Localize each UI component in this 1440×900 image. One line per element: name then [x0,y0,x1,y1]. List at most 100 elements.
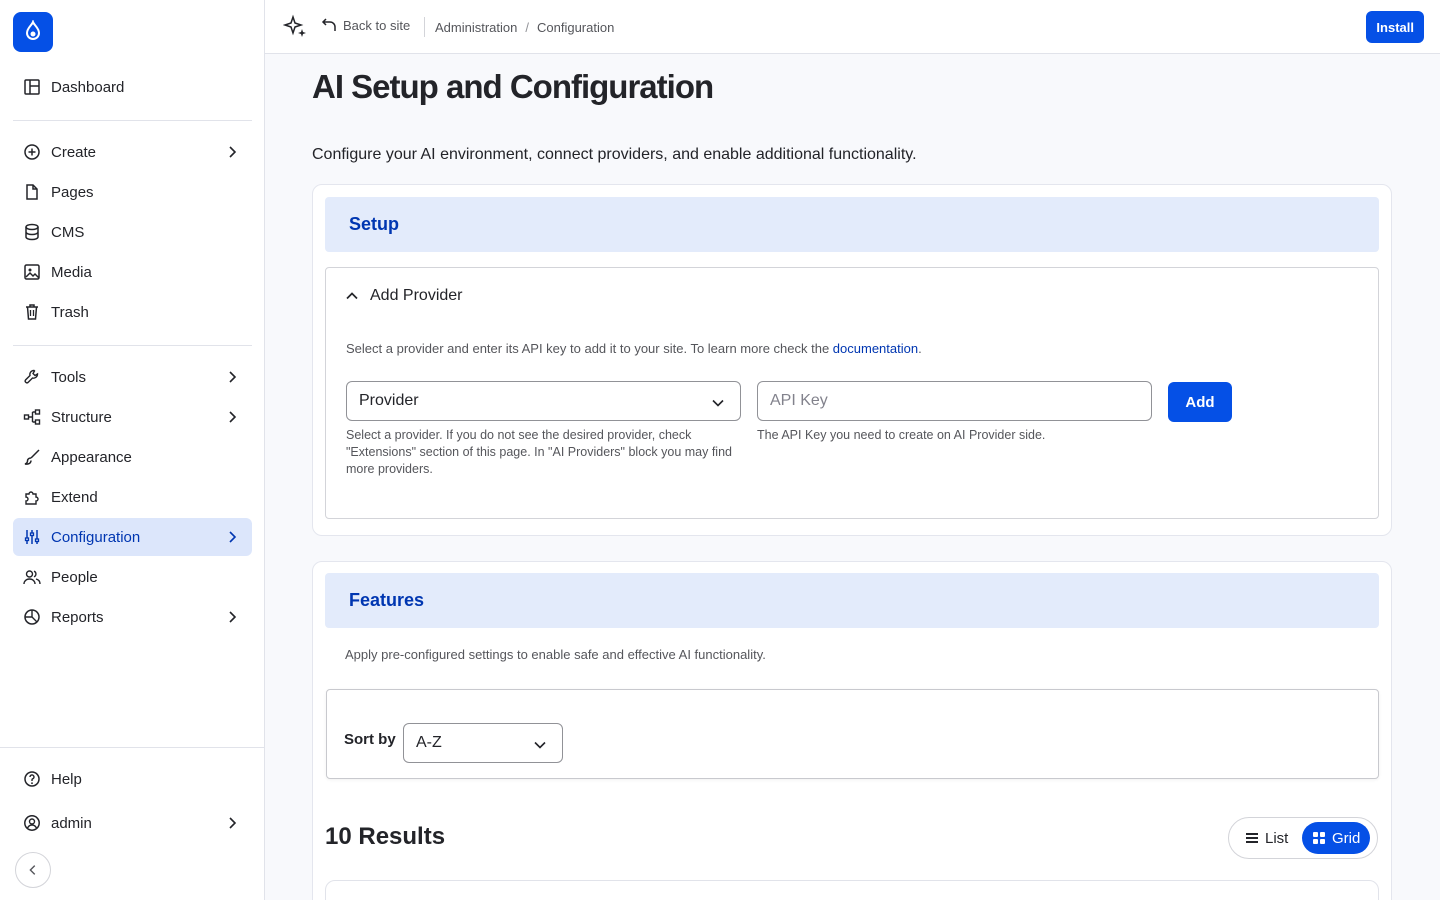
add-provider-toggle[interactable]: Add Provider [344,287,463,305]
return-arrow-icon [321,18,336,31]
sidebar-divider [13,120,252,121]
sort-filter: Sort by A-Z [326,689,1379,779]
sliders-icon [23,528,41,546]
breadcrumb-configuration[interactable]: Configuration [537,20,614,35]
sidebar-item-pages[interactable]: Pages [13,173,252,211]
provider-select[interactable]: Provider [346,381,741,421]
sidebar-item-media[interactable]: Media [13,253,252,291]
back-to-site-link[interactable]: Back to site [321,17,410,33]
plus-circle-icon [23,143,41,161]
feature-card [325,880,1379,900]
chevron-left-icon [29,865,36,875]
collapse-sidebar-button[interactable] [15,852,51,888]
sidebar-item-label: Tools [51,368,87,386]
sidebar-item-user[interactable]: admin [13,804,252,842]
view-toggle: List Grid [1228,817,1378,859]
setup-header: Setup [325,197,1379,252]
view-grid-button[interactable]: Grid [1302,822,1371,854]
breadcrumb-separator: / [525,20,529,35]
sidebar-item-create[interactable]: Create [13,133,252,171]
sidebar-item-extend[interactable]: Extend [13,478,252,516]
breadcrumb-administration[interactable]: Administration [435,20,517,35]
people-icon [23,568,41,586]
structure-icon [23,408,41,426]
puzzle-icon [23,488,41,506]
topbar-separator [424,17,425,37]
sidebar-item-reports[interactable]: Reports [13,598,252,636]
wrench-icon [23,368,41,386]
features-heading: Features [349,590,425,610]
features-description: Apply pre-configured settings to enable … [345,647,766,662]
sidebar-item-structure[interactable]: Structure [13,398,252,436]
pie-chart-icon [23,608,41,626]
sidebar-item-appearance[interactable]: Appearance [13,438,252,476]
grid-icon [1313,832,1325,844]
setup-card: Setup Add Provider Select a provider and… [312,184,1392,536]
sidebar-item-dashboard[interactable]: Dashboard [13,68,252,106]
sidebar-item-help[interactable]: Help [13,760,252,798]
ai-sparkle-icon[interactable] [283,14,309,40]
sidebar-item-cms[interactable]: CMS [13,213,252,251]
sidebar-divider [13,345,252,346]
api-key-help: The API Key you need to create on AI Pro… [757,428,1046,442]
chevron-right-icon [229,411,237,423]
sidebar-item-configuration[interactable]: Configuration [13,518,252,556]
image-icon [23,263,41,281]
page-title: AI Setup and Configuration [312,68,714,105]
help-icon [23,770,41,788]
sidebar-item-label: Reports [51,608,104,626]
description-text: Select a provider and enter its API key … [346,341,833,356]
sidebar-item-label: CMS [51,223,85,241]
sort-select[interactable]: A-Z [403,723,563,763]
chevron-right-icon [229,531,237,543]
api-key-input[interactable] [757,381,1152,421]
drupal-logo-icon[interactable] [13,12,53,52]
sidebar-divider [0,747,264,748]
features-card: Features Apply pre-configured settings t… [312,561,1392,900]
dashboard-icon [23,78,41,96]
results-count: 10 Results [325,823,446,850]
sort-select-value: A-Z [416,734,442,751]
trash-icon [23,303,41,321]
chevron-down-icon [712,399,724,407]
sidebar-item-label: Pages [51,183,94,201]
sidebar-item-label: Help [51,770,82,788]
back-label: Back to site [343,17,411,33]
chevron-down-icon [534,741,546,749]
provider-select-value: Provider [359,392,419,409]
add-provider-button[interactable]: Add [1168,382,1232,422]
chevron-right-icon [229,371,237,383]
sidebar-item-label: Create [51,143,97,161]
view-list-button[interactable]: List [1235,822,1298,854]
sidebar-item-label: Appearance [51,448,132,466]
setup-heading: Setup [349,214,400,234]
sidebar-item-label: Extend [51,488,98,506]
sidebar-item-tools[interactable]: Tools [13,358,252,396]
chevron-up-icon [346,292,358,300]
sidebar-item-label: Configuration [51,528,141,546]
description-suffix: . [918,341,922,356]
sidebar-item-label: Dashboard [51,78,125,96]
list-icon [1246,833,1258,843]
documentation-link[interactable]: documentation [833,341,918,356]
add-provider-details: Add Provider Select a provider and enter… [325,267,1379,519]
chevron-right-icon [229,817,237,829]
sidebar-item-label: Trash [51,303,89,321]
install-button[interactable]: Install [1366,11,1424,43]
topbar: Back to site Administration / Configurat… [265,0,1440,54]
sidebar-item-label: People [51,568,98,586]
sidebar-item-label: admin [51,814,92,832]
breadcrumb: Administration / Configuration [435,20,614,35]
user-circle-icon [23,814,41,832]
sidebar-item-people[interactable]: People [13,558,252,596]
sidebar-item-label: Structure [51,408,112,426]
add-provider-description: Select a provider and enter its API key … [346,341,922,356]
provider-help: Select a provider. If you do not see the… [346,428,732,476]
chevron-right-icon [229,146,237,158]
add-provider-title: Add Provider [370,287,463,304]
page-description: Configure your AI environment, connect p… [312,146,917,163]
sidebar-item-trash[interactable]: Trash [13,293,252,331]
paintbrush-icon [23,448,41,466]
features-header: Features [325,573,1379,628]
view-list-label: List [1265,829,1289,847]
